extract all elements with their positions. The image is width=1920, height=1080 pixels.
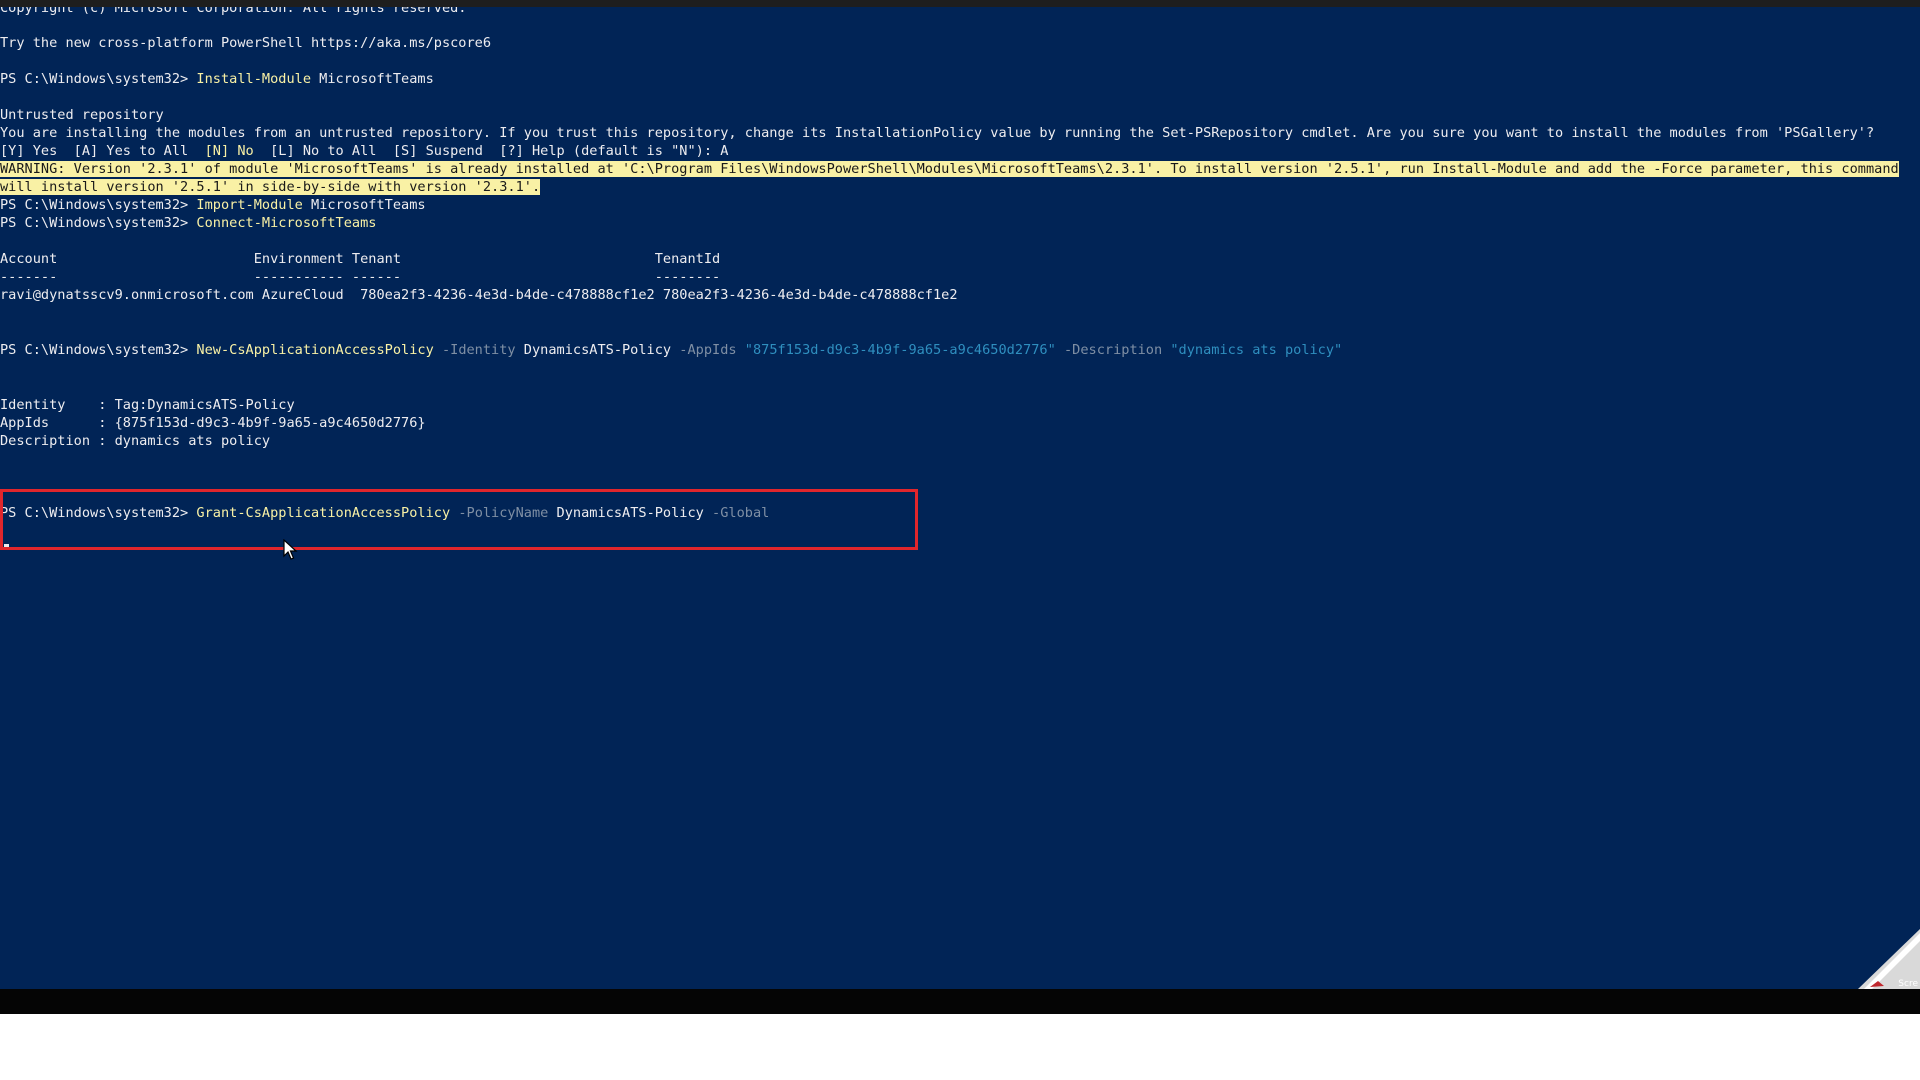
prompt: PS C:\Windows\system32> <box>0 342 197 358</box>
cmdlet-args: MicrosoftTeams <box>311 71 434 87</box>
value-appids: "875f153d-d9c3-4b9f-9a65-a9c4650d2776" <box>736 342 1056 358</box>
warning-line-1: WARNING: Version '2.3.1' of module 'Micr… <box>0 160 1899 178</box>
param-identity: -Identity <box>433 342 516 358</box>
param-appids: -AppIds <box>671 342 737 358</box>
corner-watermark-label: Scre <box>1898 979 1918 989</box>
untrusted-message: You are installing the modules from an u… <box>0 125 1875 141</box>
table-row: ravi@dynatsscv9.onmicrosoft.com AzureClo… <box>0 287 958 303</box>
cmdlet-args: MicrosoftTeams <box>302 197 426 213</box>
install-module-line: PS C:\Windows\system32> Install-Module M… <box>0 70 434 88</box>
connect-line: PS C:\Windows\system32> Connect-Microsof… <box>0 214 376 232</box>
result-appids: AppIds : {875f153d-d9c3-4b9f-9a65-a9c465… <box>0 415 426 431</box>
choice-rest: [L] No to All [S] Suspend [?] Help (defa… <box>253 143 729 159</box>
mouse-pointer-icon <box>283 539 298 560</box>
value-description: "dynamics ats policy" <box>1162 342 1343 358</box>
highlight-box <box>0 489 918 550</box>
window-top-bar <box>0 0 1920 7</box>
cmdlet-name: Connect-MicrosoftTeams <box>196 215 377 231</box>
untrusted-title: Untrusted repository <box>0 107 164 123</box>
window-bottom-bar <box>0 989 1920 1014</box>
param-description: -Description <box>1055 342 1163 358</box>
result-description: Description : dynamics ats policy <box>0 433 271 449</box>
prompt: PS C:\Windows\system32> <box>0 71 197 87</box>
choice-line: [Y] Yes [A] Yes to All [N] No [L] No to … <box>0 142 728 160</box>
table-divider: ------- ----------- ------ -------- <box>0 269 721 285</box>
cmdlet-name: New-CsApplicationAccessPolicy <box>196 342 434 358</box>
result-identity: Identity : Tag:DynamicsATS-Policy <box>0 397 295 413</box>
choice-no-default: [N] No <box>204 143 254 159</box>
warning-text: WARNING: Version '2.3.1' of module 'Micr… <box>0 161 1899 177</box>
powershell-console[interactable]: Copyright (c) Microsoft Corporation. All… <box>0 7 1920 989</box>
copyright-line: Copyright (c) Microsoft Corporation. All… <box>0 7 467 16</box>
warning-line-2: will install version '2.5.1' in side-by-… <box>0 178 541 196</box>
import-module-line: PS C:\Windows\system32> Import-Module Mi… <box>0 196 426 214</box>
prompt: PS C:\Windows\system32> <box>0 215 197 231</box>
table-header: Account Environment Tenant TenantId <box>0 251 721 267</box>
pscore-hint-line: Try the new cross-platform PowerShell ht… <box>0 35 492 51</box>
warning-text: will install version '2.5.1' in side-by-… <box>0 179 541 195</box>
prompt: PS C:\Windows\system32> <box>0 197 197 213</box>
value-identity: DynamicsATS-Policy <box>515 342 672 358</box>
cmdlet-name: Import-Module <box>196 197 303 213</box>
choice-yes: [Y] Yes [A] Yes to All <box>0 143 205 159</box>
new-policy-line: PS C:\Windows\system32> New-CsApplicatio… <box>0 341 1342 359</box>
cmdlet-name: Install-Module <box>196 71 311 87</box>
